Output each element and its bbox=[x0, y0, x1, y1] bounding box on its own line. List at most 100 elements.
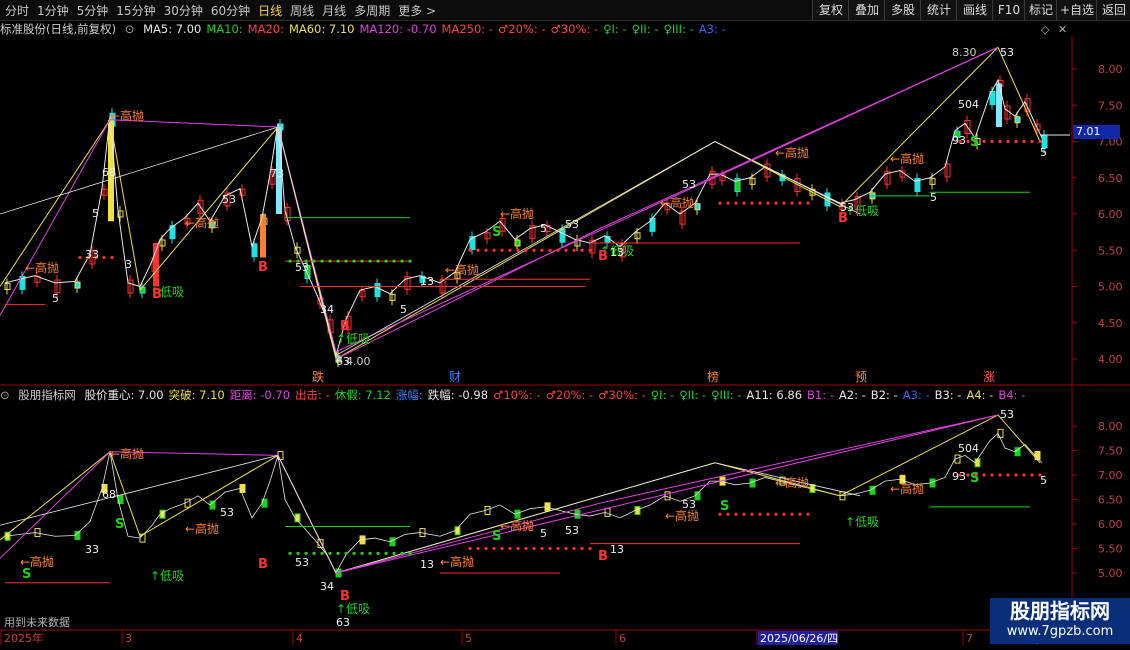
sub-count-label: 53 bbox=[682, 498, 696, 511]
count-label: 5 bbox=[92, 207, 99, 220]
sub-tick-label: 5.50 bbox=[1098, 543, 1123, 556]
sub-signal-dot bbox=[500, 546, 504, 551]
sub-signal-dot bbox=[540, 546, 544, 551]
sub-signal-dot bbox=[392, 551, 396, 556]
high-sell-label: ←高抛 bbox=[445, 262, 479, 277]
sub-signal-dot bbox=[360, 551, 364, 556]
signal-dot bbox=[548, 248, 552, 252]
x-axis-label: 3 bbox=[125, 632, 132, 645]
signal-dot bbox=[384, 259, 388, 263]
buy-marker: B bbox=[152, 287, 162, 302]
x-axis-label: 6 bbox=[619, 632, 626, 645]
sub-count-label: 5 bbox=[1040, 474, 1047, 487]
signal-dot bbox=[1014, 139, 1018, 144]
sub-signal-dot bbox=[344, 551, 348, 556]
signal-dot bbox=[1030, 139, 1034, 144]
event-tag: 榜 bbox=[707, 369, 719, 384]
sub-signal-dot bbox=[492, 546, 496, 551]
sub-count-label: 63 bbox=[336, 616, 350, 629]
kline-chart[interactable]: 8.00 7.50 7.00 6.50 6.00 5.50 5.00 4.50 4.00 8.00… bbox=[0, 0, 1130, 650]
sub-count-label: 13 bbox=[610, 543, 624, 556]
sub-signal-dot bbox=[982, 473, 986, 477]
signal-dot bbox=[344, 259, 348, 263]
sub-tick-label: 8.00 bbox=[1098, 420, 1123, 433]
low-buy-label: ↑低吸 bbox=[336, 332, 370, 346]
candle-body bbox=[694, 203, 701, 211]
sub-signal-dot bbox=[734, 512, 738, 516]
signal-dot bbox=[580, 248, 584, 252]
toolbar-button-0[interactable]: 复权 bbox=[812, 0, 849, 20]
zigzag-yellow bbox=[0, 46, 1041, 360]
sub-signal-dot bbox=[336, 551, 340, 556]
high-sell-label: ←高抛 bbox=[25, 260, 59, 275]
signal-dot bbox=[564, 248, 568, 252]
toolbar-button-3[interactable]: 统计 bbox=[920, 0, 957, 20]
sub-high-sell-label: ←高抛 bbox=[890, 481, 924, 496]
x-axis-label: 5 bbox=[465, 632, 472, 645]
signal-dot bbox=[476, 248, 480, 252]
signal-dot bbox=[408, 259, 412, 263]
site-logo: 股朋指标网 www.7gpzb.com bbox=[990, 598, 1130, 644]
toolbar-button-7[interactable]: +自选 bbox=[1056, 0, 1097, 20]
sub-high-sell-label: ←高抛 bbox=[500, 518, 534, 533]
sub-sell-marker: S bbox=[492, 529, 501, 544]
count-label: 53 bbox=[295, 261, 309, 274]
sub-high-sell-label: ←高抛 bbox=[185, 521, 219, 536]
sub-signal-dot bbox=[408, 551, 412, 556]
main-tick-label: 5.50 bbox=[1098, 244, 1123, 257]
sub-signal-dot bbox=[516, 546, 520, 551]
toolbar-button-6[interactable]: 标记 bbox=[1024, 0, 1057, 20]
signal-dot bbox=[742, 201, 746, 205]
signal-dot bbox=[312, 259, 316, 263]
signal-dot bbox=[556, 248, 560, 252]
signal-dot bbox=[352, 259, 356, 263]
toolbar-button-1[interactable]: 叠加 bbox=[848, 0, 885, 20]
sub-signal-dot bbox=[580, 546, 584, 551]
logo-url: www.7gpzb.com bbox=[1006, 624, 1114, 639]
sub-zigzag-white bbox=[0, 454, 861, 574]
count-label: 68 bbox=[102, 166, 116, 179]
signal-dot bbox=[102, 255, 106, 260]
x-axis-label: 7 bbox=[966, 632, 973, 645]
toolbar-button-4[interactable]: 画线 bbox=[956, 0, 993, 20]
signal-dot bbox=[572, 248, 576, 252]
candle-body bbox=[559, 228, 566, 243]
signal-dot bbox=[376, 259, 380, 263]
sub-buy-marker: B bbox=[340, 589, 350, 604]
signal-dot bbox=[508, 248, 512, 252]
current-price-tag: 7.01 bbox=[1073, 125, 1120, 139]
candle-body bbox=[139, 286, 146, 294]
signal-dot bbox=[806, 201, 810, 205]
buy-marker: B bbox=[258, 260, 268, 275]
main-tick-label: 6.50 bbox=[1098, 172, 1123, 185]
sub-signal-dot bbox=[556, 546, 560, 551]
candle-body bbox=[74, 281, 81, 289]
count-label: 5 bbox=[930, 191, 937, 204]
sell-marker: S bbox=[970, 135, 979, 150]
sub-count-label: 5 bbox=[540, 527, 547, 540]
high-price-label: 8.30 bbox=[952, 46, 977, 59]
sub-signal-dot bbox=[774, 512, 778, 516]
toolbar-button-5[interactable]: F10 bbox=[992, 0, 1025, 20]
sub-signal-dot bbox=[790, 512, 794, 516]
sub-gravity-line bbox=[4, 432, 1043, 574]
sub-signal-dot bbox=[320, 551, 324, 556]
count-label: 53 bbox=[565, 218, 579, 231]
count-label: 3 bbox=[125, 258, 132, 271]
signal-dot bbox=[1006, 139, 1010, 144]
sub-count-label: 33 bbox=[85, 543, 99, 556]
signal-dot bbox=[718, 201, 722, 205]
toolbar-button-2[interactable]: 多股 bbox=[884, 0, 921, 20]
sub-signal-dot bbox=[312, 551, 316, 556]
buy-marker: B bbox=[598, 249, 608, 264]
signal-dot bbox=[750, 201, 754, 205]
sub-signal-dot bbox=[296, 551, 300, 556]
count-label: 53 bbox=[682, 178, 696, 191]
toolbar-button-8[interactable]: 返回 bbox=[1096, 0, 1130, 20]
signal-dot bbox=[726, 201, 730, 205]
sub-signal-dot bbox=[564, 546, 568, 551]
sub-signal-dot bbox=[468, 546, 472, 551]
signal-dot bbox=[110, 255, 114, 260]
signal-dot bbox=[774, 201, 778, 205]
count-label: 5 bbox=[540, 222, 547, 235]
